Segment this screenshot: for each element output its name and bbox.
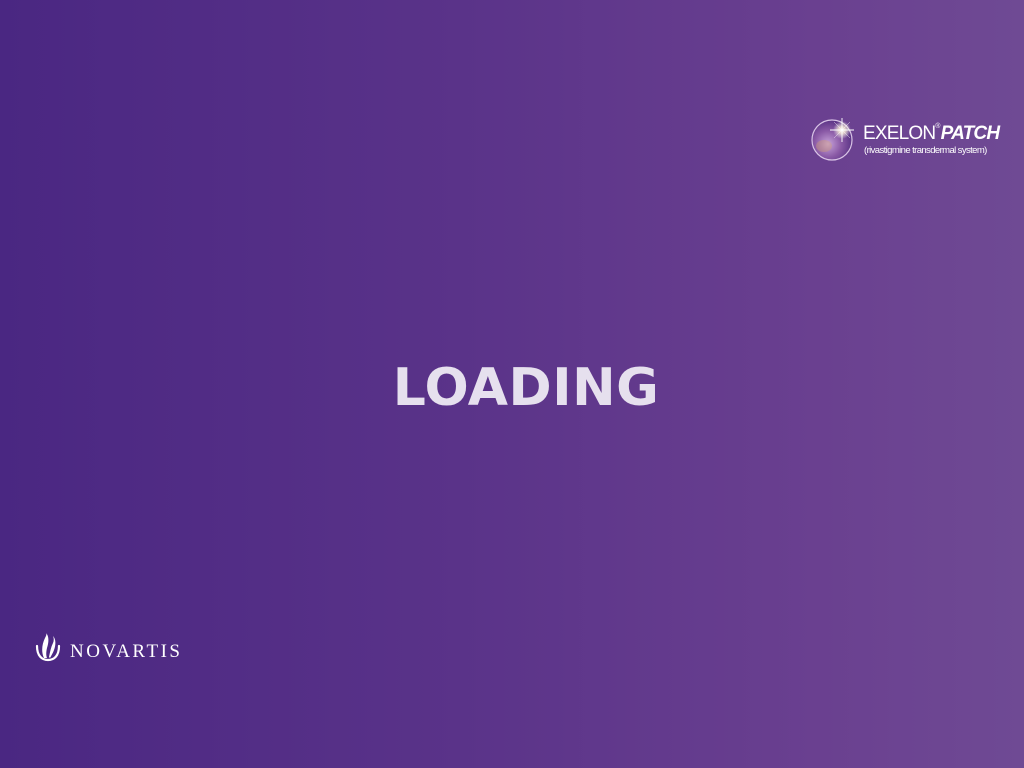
loading-label: LOADING [392, 358, 660, 418]
novartis-logo: NOVARTIS [34, 632, 194, 664]
registered-mark: ® [935, 123, 940, 130]
brand-name-main: EXELON [863, 123, 936, 144]
loading-screen: EXELON®PATCH (rivastigmine transdermal s… [0, 0, 1024, 768]
novartis-wordmark: NOVARTIS [70, 641, 183, 662]
glowing-orb-icon [811, 118, 854, 161]
brand-subtitle: (rivastigmine transdermal system) [864, 145, 987, 156]
brand-name: EXELON®PATCH [863, 123, 1000, 144]
exelon-patch-logo: EXELON®PATCH (rivastigmine transdermal s… [808, 108, 1000, 168]
novartis-flame-icon [35, 633, 61, 662]
brand-name-sub: PATCH [940, 123, 1000, 144]
